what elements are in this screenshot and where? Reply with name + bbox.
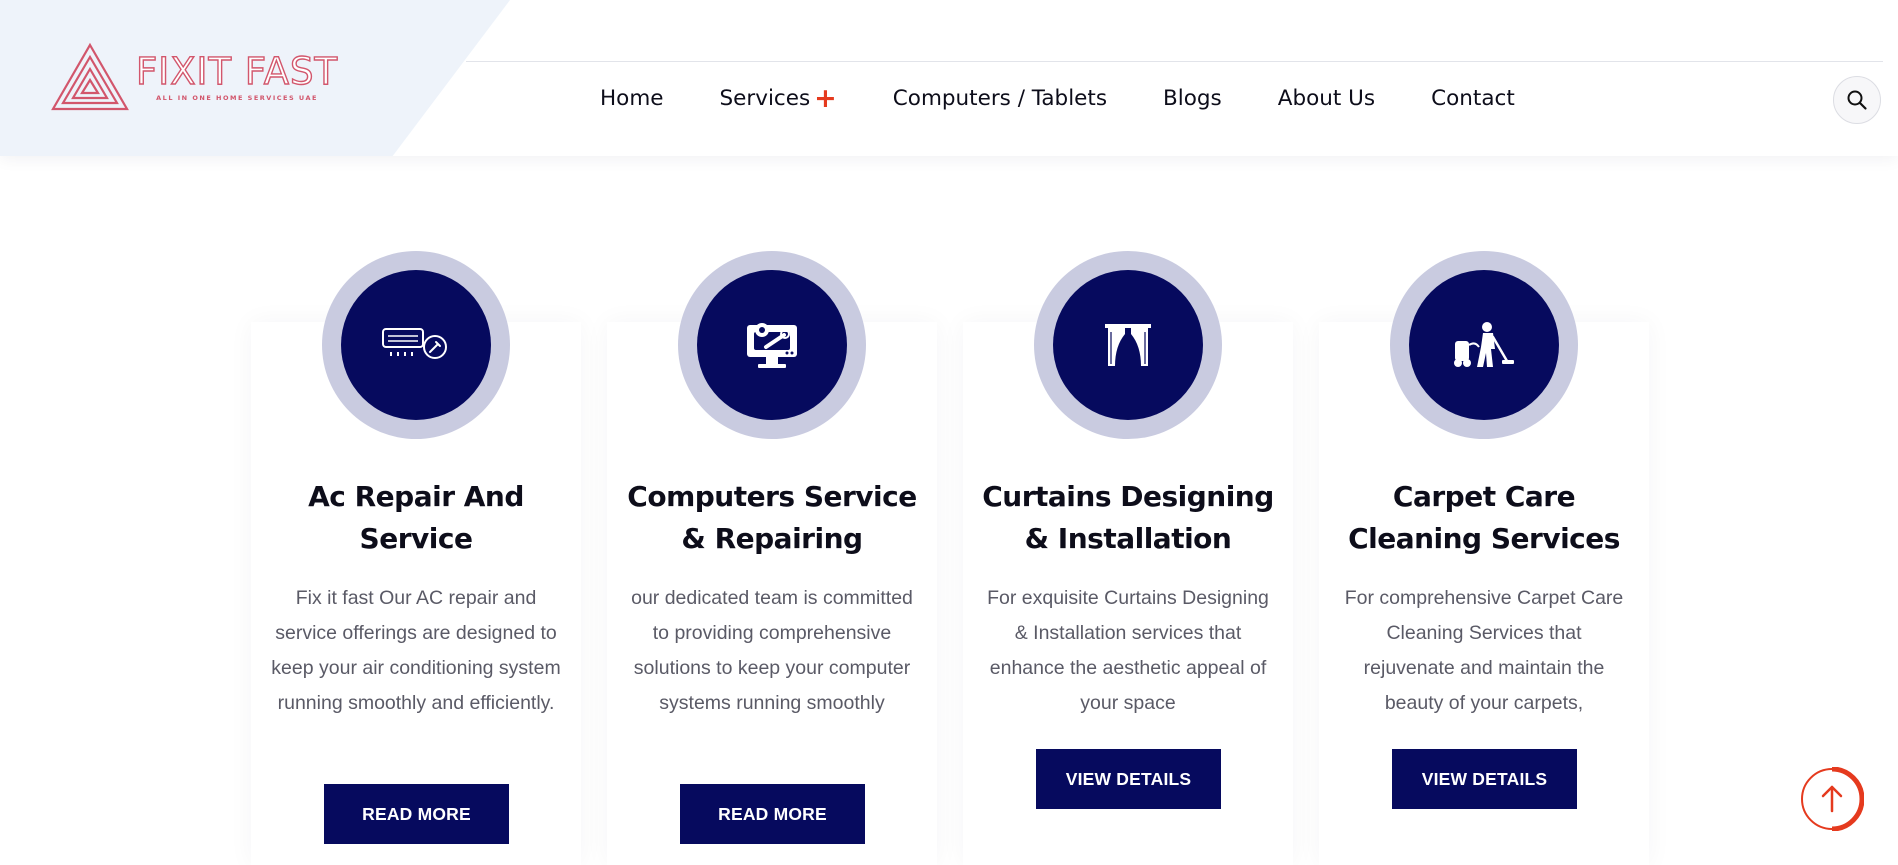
service-title-line: Ac Repair And: [308, 480, 524, 513]
service-icon-circle: [1034, 251, 1222, 439]
triangle-logo-icon: [51, 42, 129, 111]
carpet-cleaning-icon: [1454, 322, 1514, 367]
brand-tagline: ALL IN ONE HOME SERVICES UAE: [156, 94, 318, 102]
logo-text: FIXIT FAST ALL IN ONE HOME SERVICES UAE: [135, 50, 339, 102]
service-title-line: & Repairing: [681, 522, 863, 555]
main-nav: Home Services + Computers / Tablets Blog…: [600, 80, 1515, 116]
nav-blogs[interactable]: Blogs: [1163, 86, 1222, 111]
service-icon-circle: [322, 251, 510, 439]
read-more-button[interactable]: READ MORE: [324, 784, 509, 844]
service-icon-circle: [678, 251, 866, 439]
computer-repair-icon: [747, 323, 797, 368]
search-button[interactable]: [1833, 76, 1881, 124]
service-icon-badge: [341, 270, 491, 420]
site-logo[interactable]: FIXIT FAST ALL IN ONE HOME SERVICES UAE: [50, 42, 338, 112]
service-title-line: Service: [359, 522, 473, 555]
service-icon-badge: [697, 270, 847, 420]
header-divider: [466, 61, 1883, 62]
service-description: Fix it fast Our AC repair and service of…: [271, 587, 561, 714]
search-icon: [1847, 90, 1867, 110]
plus-icon[interactable]: +: [814, 85, 837, 112]
read-more-button[interactable]: READ MORE: [680, 784, 865, 844]
nav-computers-tablets[interactable]: Computers / Tablets: [893, 86, 1107, 111]
service-description: For comprehensive Carpet Care Cleaning S…: [1344, 587, 1624, 714]
site-header: FIXIT FAST ALL IN ONE HOME SERVICES UAE …: [0, 0, 1898, 156]
service-title: Curtains Designing & Installation: [978, 476, 1278, 560]
service-icon-badge: [1053, 270, 1203, 420]
service-title-line: Cleaning Services: [1348, 522, 1620, 555]
nav-home[interactable]: Home: [600, 86, 664, 111]
service-title-line: Computers Service: [627, 480, 917, 513]
service-title: Carpet Care Cleaning Services: [1334, 476, 1634, 560]
service-icon-badge: [1409, 270, 1559, 420]
nav-services[interactable]: Services +: [720, 85, 837, 112]
curtains-icon: [1105, 324, 1151, 366]
air-conditioner-icon: [382, 328, 447, 359]
service-title-line: & Installation: [1024, 522, 1232, 555]
view-details-button[interactable]: VIEW DETAILS: [1036, 749, 1221, 809]
service-title: Computers Service & Repairing: [622, 476, 922, 560]
brand-name: FIXIT FAST: [135, 50, 339, 93]
service-icon-circle: [1390, 251, 1578, 439]
service-title-line: Carpet Care: [1392, 480, 1576, 513]
service-description: For exquisite Curtains Designing & Insta…: [987, 587, 1269, 714]
view-details-button[interactable]: VIEW DETAILS: [1392, 749, 1577, 809]
service-description: our dedicated team is committed to provi…: [631, 587, 913, 714]
nav-contact[interactable]: Contact: [1431, 86, 1515, 111]
service-title: Ac Repair And Service: [266, 476, 566, 560]
scroll-to-top-button[interactable]: [1800, 766, 1865, 832]
scroll-progress-ring: [1801, 766, 1865, 832]
nav-about-us[interactable]: About Us: [1278, 86, 1375, 111]
nav-services-label: Services: [719, 85, 811, 111]
service-title-line: Curtains Designing: [982, 480, 1274, 513]
